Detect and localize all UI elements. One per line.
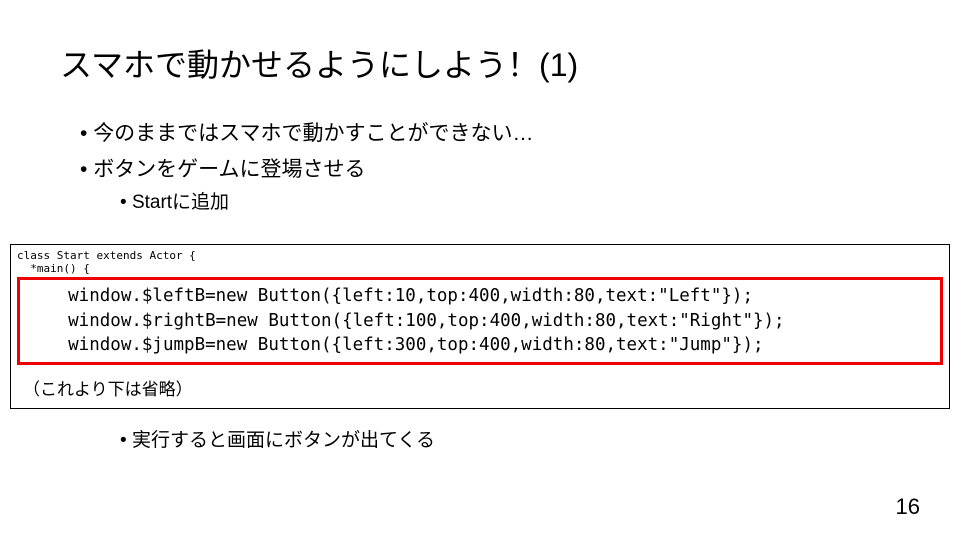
code-line: window.$leftB=new Button({left:10,top:40…: [26, 284, 934, 309]
code-line: window.$jumpB=new Button({left:300,top:4…: [26, 333, 934, 358]
bullet-text: ボタンをゲームに登場させる: [93, 158, 365, 181]
bullet-item: • 実行すると画面にボタンが出てくる: [120, 425, 900, 457]
bullet-list: • 実行すると画面にボタンが出てくる: [60, 425, 900, 457]
code-line: window.$rightB=new Button({left:100,top:…: [26, 309, 934, 334]
bullet-text: Startに追加: [132, 192, 229, 213]
bullet-item: • 今のままではスマホで動かすことができない…: [80, 116, 900, 152]
code-highlight-box: window.$leftB=new Button({left:10,top:40…: [17, 277, 943, 365]
bullet-item: • ボタンをゲームに登場させる: [80, 152, 900, 188]
bullet-item: • Startに追加: [120, 187, 900, 219]
slide-title: スマホで動かせるようにしよう！(1): [60, 40, 900, 86]
page-number: 16: [896, 494, 920, 520]
bullet-text: 今のままではスマホで動かすことができない…: [93, 122, 533, 145]
code-note: （これより下は省略）: [23, 375, 943, 400]
code-header: class Start extends Actor { *main() {: [17, 249, 943, 275]
bullet-list: • 今のままではスマホで動かすことができない… • ボタンをゲームに登場させる …: [60, 116, 900, 220]
bullet-text: 実行すると画面にボタンが出てくる: [132, 430, 435, 451]
code-box: class Start extends Actor { *main() { wi…: [10, 244, 950, 409]
